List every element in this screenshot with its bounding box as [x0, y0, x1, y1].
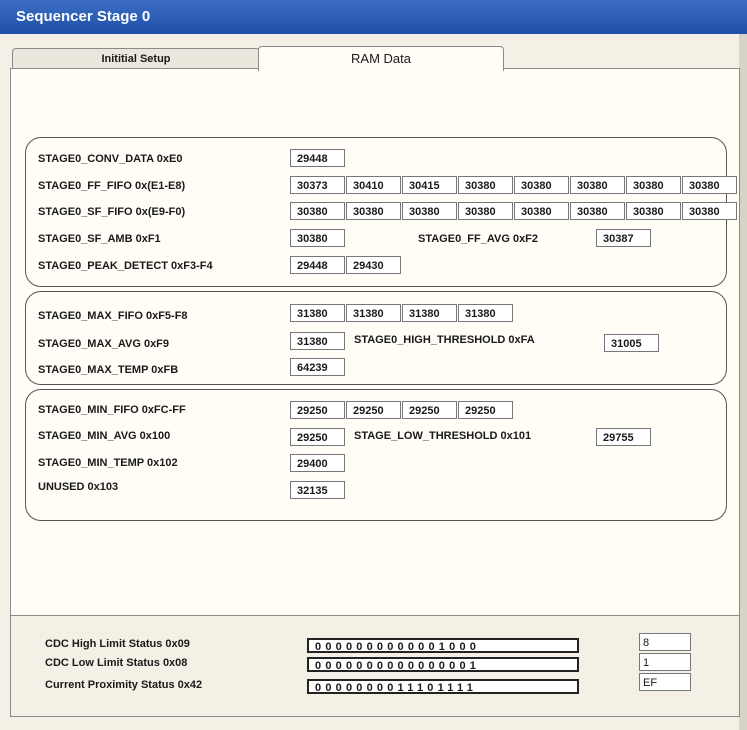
window-title: Sequencer Stage 0	[16, 8, 151, 25]
conv-data-label: STAGE0_CONV_DATA 0xE0	[38, 153, 183, 165]
tab-ram-data-label: RAM Data	[351, 51, 411, 66]
high-limit-status-field[interactable]: 8	[639, 633, 691, 651]
window-right-edge	[739, 34, 747, 730]
low-limit-status-label: CDC Low Limit Status 0x08	[45, 657, 188, 669]
ff-fifo-field-8[interactable]: 30380	[682, 176, 737, 194]
sf-fifo-field-3[interactable]: 30380	[402, 202, 457, 220]
tab-ram-data[interactable]: RAM Data	[258, 46, 504, 71]
window-title-bar: Sequencer Stage 0	[0, 0, 747, 34]
sf-fifo-field-6[interactable]: 30380	[570, 202, 625, 220]
status-panel: CDC High Limit Status 0x09 0000000000001…	[10, 615, 740, 717]
tab-initial-setup-label: Inititial Setup	[101, 53, 171, 65]
min-fifo-field-3[interactable]: 29250	[402, 401, 457, 419]
sf-amb-label: STAGE0_SF_AMB 0xF1	[38, 233, 161, 245]
unused-label: UNUSED 0x103	[38, 481, 119, 493]
sf-fifo-field-7[interactable]: 30380	[626, 202, 681, 220]
ff-fifo-field-1[interactable]: 30373	[290, 176, 345, 194]
min-fifo-label: STAGE0_MIN_FIFO 0xFC-FF	[38, 404, 186, 416]
ff-fifo-field-2[interactable]: 30410	[346, 176, 401, 194]
peak-detect-field-2[interactable]: 29430	[346, 256, 401, 274]
max-avg-field[interactable]: 31380	[290, 332, 345, 350]
low-limit-status-bits: 0000000000000001	[307, 657, 579, 672]
ff-fifo-label: STAGE0_FF_FIFO 0x(E1-E8)	[38, 180, 186, 192]
max-fifo-label: STAGE0_MAX_FIFO 0xF5-F8	[38, 310, 188, 322]
sf-fifo-field-2[interactable]: 30380	[346, 202, 401, 220]
high-threshold-field[interactable]: 31005	[604, 334, 659, 352]
ff-fifo-field-7[interactable]: 30380	[626, 176, 681, 194]
high-limit-status-bits: 0000000000001000	[307, 638, 579, 653]
low-threshold-label: STAGE_LOW_THRESHOLD 0x101	[354, 430, 532, 442]
proximity-status-label: Current Proximity Status 0x42	[45, 679, 203, 691]
unused-field[interactable]: 32135	[290, 481, 345, 499]
proximity-status-field[interactable]: EF	[639, 673, 691, 691]
sf-fifo-field-5[interactable]: 30380	[514, 202, 569, 220]
min-avg-field[interactable]: 29250	[290, 428, 345, 446]
max-group: STAGE0_MAX_FIFO 0xF5-F8 31380 31380 3138…	[25, 291, 727, 385]
low-limit-status-field[interactable]: 1	[639, 653, 691, 671]
high-limit-status-label: CDC High Limit Status 0x09	[45, 638, 190, 650]
sf-fifo-field-1[interactable]: 30380	[290, 202, 345, 220]
ff-fifo-field-5[interactable]: 30380	[514, 176, 569, 194]
ram-data-panel: STAGE0_CONV_DATA 0xE0 29448 STAGE0_FF_FI…	[10, 68, 740, 618]
peak-detect-field-1[interactable]: 29448	[290, 256, 345, 274]
conv-data-field[interactable]: 29448	[290, 149, 345, 167]
max-fifo-field-4[interactable]: 31380	[458, 304, 513, 322]
sf-fifo-label: STAGE0_SF_FIFO 0x(E9-F0)	[38, 206, 186, 218]
ff-avg-field[interactable]: 30387	[596, 229, 651, 247]
min-group: STAGE0_MIN_FIFO 0xFC-FF 29250 29250 2925…	[25, 389, 727, 521]
sf-fifo-field-8[interactable]: 30380	[682, 202, 737, 220]
max-fifo-field-3[interactable]: 31380	[402, 304, 457, 322]
max-avg-label: STAGE0_MAX_AVG 0xF9	[38, 338, 170, 350]
min-fifo-field-1[interactable]: 29250	[290, 401, 345, 419]
min-temp-field[interactable]: 29400	[290, 454, 345, 472]
ff-fifo-field-6[interactable]: 30380	[570, 176, 625, 194]
max-temp-label: STAGE0_MAX_TEMP 0xFB	[38, 364, 179, 376]
max-fifo-field-1[interactable]: 31380	[290, 304, 345, 322]
min-fifo-field-2[interactable]: 29250	[346, 401, 401, 419]
peak-detect-label: STAGE0_PEAK_DETECT 0xF3-F4	[38, 260, 213, 272]
proximity-status-bits: 0000000011101111	[307, 679, 579, 694]
sf-fifo-field-4[interactable]: 30380	[458, 202, 513, 220]
low-threshold-field[interactable]: 29755	[596, 428, 651, 446]
ff-avg-label: STAGE0_FF_AVG 0xF2	[418, 233, 539, 245]
high-threshold-label: STAGE0_HIGH_THRESHOLD 0xFA	[354, 334, 535, 346]
ff-fifo-field-3[interactable]: 30415	[402, 176, 457, 194]
sf-amb-field[interactable]: 30380	[290, 229, 345, 247]
max-temp-field[interactable]: 64239	[290, 358, 345, 376]
fifo-group: STAGE0_CONV_DATA 0xE0 29448 STAGE0_FF_FI…	[25, 137, 737, 287]
min-fifo-field-4[interactable]: 29250	[458, 401, 513, 419]
min-temp-label: STAGE0_MIN_TEMP 0x102	[38, 457, 178, 469]
min-avg-label: STAGE0_MIN_AVG 0x100	[38, 430, 171, 442]
max-fifo-field-2[interactable]: 31380	[346, 304, 401, 322]
ff-fifo-field-4[interactable]: 30380	[458, 176, 513, 194]
